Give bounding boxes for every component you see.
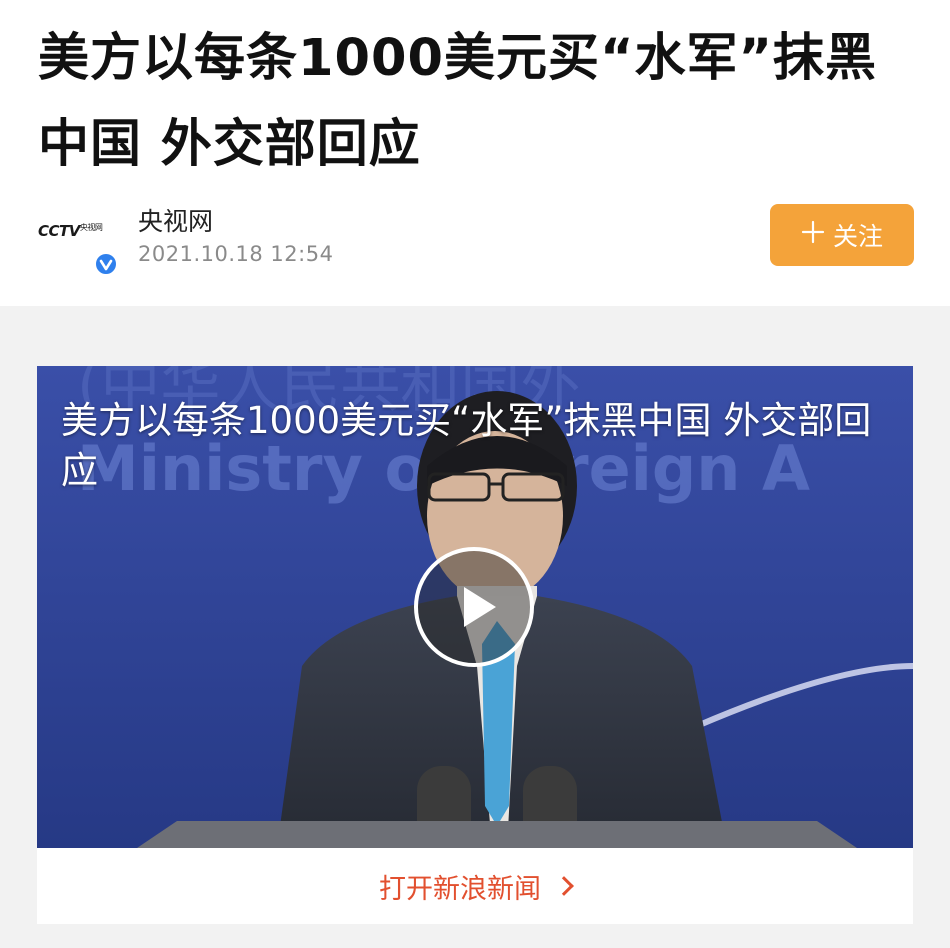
verified-check-icon [94, 252, 118, 276]
video-title: 美方以每条1000美元买“水军”抹黑中国 外交部回应 [61, 399, 872, 492]
author-name[interactable]: 央视网 [138, 202, 213, 238]
article-title: 美方以每条1000美元买“水军”抹黑中国 外交部回应 [38, 29, 877, 174]
video-player[interactable]: (中华人民共和国外 Ministry of Foreign A 美方以每条100… [37, 366, 913, 848]
open-app-label: 打开新浪新闻 [379, 873, 541, 905]
open-sina-news-link[interactable]: 打开新浪新闻 [37, 848, 913, 924]
avatar[interactable]: CCTV央视网 [38, 210, 118, 276]
publish-time: 2021.10.18 12:54 [138, 242, 334, 266]
chevron-right-icon [554, 876, 574, 896]
follow-button-label: 关注 [832, 222, 883, 251]
article-page: 美方以每条1000美元买“水军”抹黑中国 外交部回应 CCTV央视网 央视网 2… [0, 0, 950, 948]
video-card: (中华人民共和国外 Ministry of Foreign A 美方以每条100… [37, 366, 913, 924]
plus-icon [801, 220, 825, 250]
cctv-logo: CCTV央视网 [38, 222, 103, 240]
play-icon [464, 587, 496, 627]
follow-button[interactable]: 关注 [770, 204, 914, 266]
play-button[interactable] [414, 547, 534, 667]
author-row: CCTV央视网 央视网 2021.10.18 12:54 关注 [0, 196, 950, 286]
